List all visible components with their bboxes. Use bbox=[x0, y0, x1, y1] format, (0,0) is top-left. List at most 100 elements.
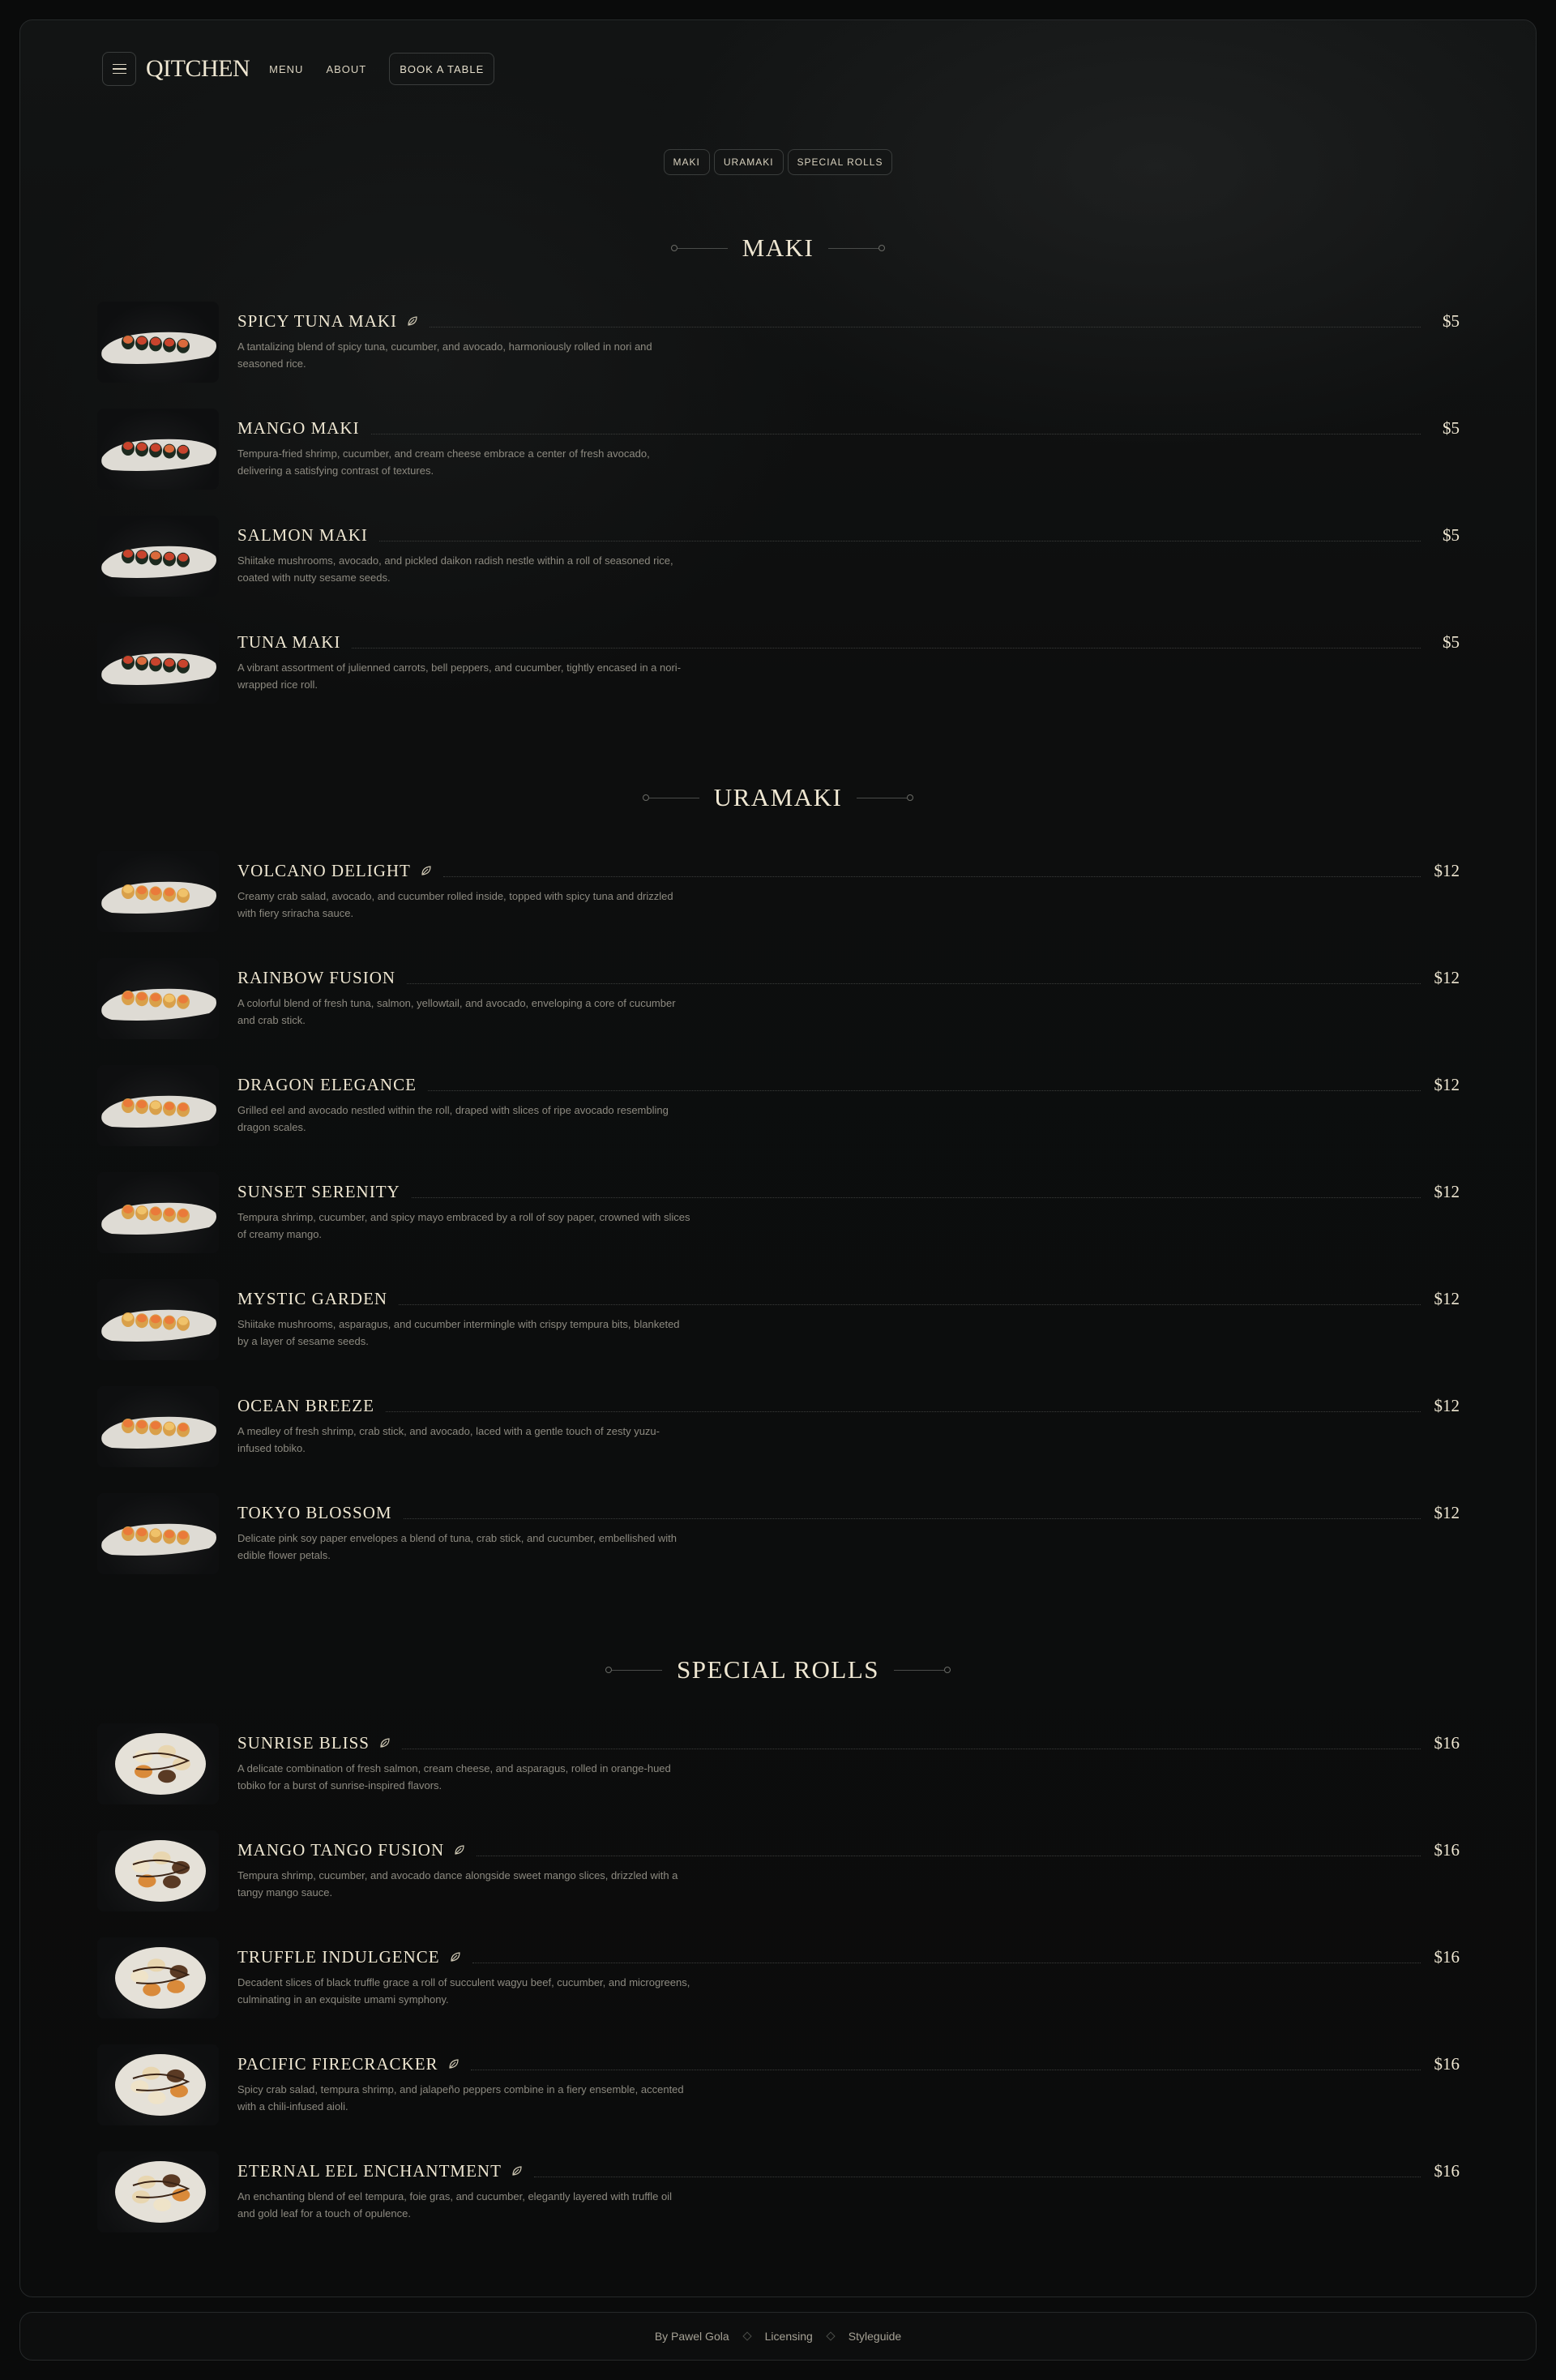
dotted-leader bbox=[352, 648, 1421, 649]
dish-name-text: MANGO MAKI bbox=[237, 418, 360, 438]
category-tabs: MAKI URAMAKI SPECIAL ROLLS bbox=[0, 149, 1556, 175]
menu-item[interactable]: TRUFFLE INDULGENCE $16 Decadent slices of … bbox=[97, 1937, 1460, 2018]
dish-photo bbox=[97, 1386, 219, 1467]
dish-photo bbox=[97, 1065, 219, 1146]
dish-description: Creamy crab salad, avocado, and cucumber… bbox=[237, 890, 673, 919]
tab-maki[interactable]: MAKI bbox=[663, 149, 710, 175]
menu-item[interactable]: VOLCANO DELIGHT $12 Creamy crab salad, avo… bbox=[97, 851, 1460, 932]
footer-credit-link[interactable]: By Pawel Gola bbox=[655, 2330, 729, 2343]
dish-name-text: TOKYO BLOSSOM bbox=[237, 1503, 392, 1522]
menu-item[interactable]: SPICY TUNA MAKI $5 A tantalizing blend of … bbox=[97, 302, 1460, 383]
logo[interactable]: QITCHEN bbox=[146, 55, 250, 83]
menu-item[interactable]: ETERNAL EEL ENCHANTMENT $16 An enchanting … bbox=[97, 2151, 1460, 2232]
menu-item[interactable]: DRAGON ELEGANCE $12 Grilled eel and avocad… bbox=[97, 1065, 1460, 1146]
book-a-table-button[interactable]: BOOK A TABLE bbox=[389, 53, 495, 85]
dish-photo bbox=[97, 516, 219, 597]
dish-name: SALMON MAKI bbox=[237, 525, 368, 546]
dish-photo bbox=[97, 1279, 219, 1360]
section-heading: URAMAKI bbox=[713, 783, 843, 811]
menu-item[interactable]: SALMON MAKI $5 Shiitake mushrooms, avocado… bbox=[97, 516, 1460, 597]
menu-item[interactable]: TOKYO BLOSSOM $12 Delicate pink soy paper … bbox=[97, 1493, 1460, 1574]
dish-photo bbox=[97, 1830, 219, 1911]
menu-item[interactable]: MYSTIC GARDEN $12 Shiitake mushrooms, aspa… bbox=[97, 1279, 1460, 1360]
section-heading: SPECIAL ROLLS bbox=[676, 1655, 880, 1684]
dish-name-text: MYSTIC GARDEN bbox=[237, 1289, 388, 1308]
top-navigation: QITCHEN MENU ABOUT BOOK A TABLE bbox=[102, 52, 495, 86]
menu-item[interactable]: OCEAN BREEZE $12 A medley of fresh shrimp,… bbox=[97, 1386, 1460, 1467]
dish-photo bbox=[97, 1723, 219, 1804]
dotted-leader bbox=[404, 1518, 1421, 1519]
dish-description: Tempura shrimp, cucumber, and avocado da… bbox=[237, 1869, 678, 1898]
dish-name: RAINBOW FUSION bbox=[237, 968, 395, 988]
dish-name-text: SUNRISE BLISS bbox=[237, 1733, 370, 1753]
dish-name: VOLCANO DELIGHT bbox=[237, 861, 432, 881]
dish-name: OCEAN BREEZE bbox=[237, 1396, 374, 1416]
dish-price: $12 bbox=[1434, 968, 1460, 987]
dish-name: ETERNAL EEL ENCHANTMENT bbox=[237, 2161, 523, 2181]
dish-description: A medley of fresh shrimp, crab stick, an… bbox=[237, 1425, 660, 1454]
vegan-leaf-icon bbox=[454, 1840, 465, 1860]
dish-name: SUNSET SERENITY bbox=[237, 1182, 400, 1202]
dish-name: PACIFIC FIRECRACKER bbox=[237, 2054, 460, 2074]
nav-link-menu[interactable]: MENU bbox=[269, 63, 303, 75]
dish-name-text: SALMON MAKI bbox=[237, 525, 368, 545]
tab-special-rolls[interactable]: SPECIAL ROLLS bbox=[787, 149, 893, 175]
section-title: URAMAKI bbox=[0, 781, 1556, 814]
dish-price: $12 bbox=[1434, 1075, 1460, 1094]
dish-price: $16 bbox=[1434, 1733, 1460, 1753]
dish-description: A tantalizing blend of spicy tuna, cucum… bbox=[237, 340, 652, 370]
ornament-divider-icon bbox=[828, 245, 886, 251]
dish-name-text: ETERNAL EEL ENCHANTMENT bbox=[237, 2161, 502, 2181]
dish-price: $12 bbox=[1434, 861, 1460, 880]
menu-item[interactable]: PACIFIC FIRECRACKER $16 Spicy crab salad, … bbox=[97, 2044, 1460, 2125]
menu-item[interactable]: SUNRISE BLISS $16 A delicate combination o… bbox=[97, 1723, 1460, 1804]
vegan-leaf-icon bbox=[511, 2161, 523, 2181]
dish-description: Tempura shrimp, cucumber, and spicy mayo… bbox=[237, 1211, 690, 1240]
menu-item[interactable]: MANGO TANGO FUSION $16 Tempura shrimp, cuc… bbox=[97, 1830, 1460, 1911]
dish-description: Shiitake mushrooms, avocado, and pickled… bbox=[237, 554, 673, 584]
dish-description: Decadent slices of black truffle grace a… bbox=[237, 1976, 690, 2005]
footer-styleguide-link[interactable]: Styleguide bbox=[849, 2330, 901, 2343]
dotted-leader bbox=[407, 983, 1421, 984]
section-title: SPECIAL ROLLS bbox=[0, 1654, 1556, 1686]
dish-name-text: SUNSET SERENITY bbox=[237, 1182, 400, 1201]
dish-price: $5 bbox=[1443, 418, 1460, 438]
tab-uramaki[interactable]: URAMAKI bbox=[713, 149, 784, 175]
hamburger-line bbox=[112, 72, 126, 75]
section-title: MAKI bbox=[0, 232, 1556, 264]
dish-name-text: RAINBOW FUSION bbox=[237, 968, 396, 987]
dish-photo bbox=[97, 1937, 219, 2018]
dish-description: A delicate combination of fresh salmon, … bbox=[237, 1762, 671, 1791]
vegan-leaf-icon bbox=[379, 1733, 391, 1753]
dish-photo bbox=[97, 623, 219, 704]
dish-name: SPICY TUNA MAKI bbox=[237, 311, 418, 332]
dish-photo bbox=[97, 2044, 219, 2125]
dish-name: SUNRISE BLISS bbox=[237, 1733, 391, 1753]
menu-item[interactable]: TUNA MAKI $5 A vibrant assortment of julie… bbox=[97, 623, 1460, 704]
dish-name: MANGO TANGO FUSION bbox=[237, 1840, 465, 1860]
menu-item[interactable]: RAINBOW FUSION $12 A colorful blend of fre… bbox=[97, 958, 1460, 1039]
dish-description: A vibrant assortment of julienned carrot… bbox=[237, 661, 682, 691]
dish-description: Spicy crab salad, tempura shrimp, and ja… bbox=[237, 2083, 684, 2112]
dish-price: $12 bbox=[1434, 1503, 1460, 1522]
dotted-leader bbox=[399, 1304, 1421, 1305]
footer-licensing-link[interactable]: Licensing bbox=[765, 2330, 813, 2343]
dish-name: TRUFFLE INDULGENCE bbox=[237, 1947, 461, 1967]
dish-photo bbox=[97, 1493, 219, 1574]
hamburger-menu-button[interactable] bbox=[102, 52, 136, 86]
hamburger-line bbox=[112, 63, 126, 66]
dish-photo bbox=[97, 302, 219, 383]
menu-item[interactable]: SUNSET SERENITY $12 Tempura shrimp, cucumb… bbox=[97, 1172, 1460, 1253]
diamond-separator-icon bbox=[742, 2331, 752, 2341]
dish-name-text: TUNA MAKI bbox=[237, 632, 341, 652]
dish-name-text: TRUFFLE INDULGENCE bbox=[237, 1947, 440, 1967]
ornament-divider-icon bbox=[857, 794, 914, 801]
dish-price: $16 bbox=[1434, 1947, 1460, 1967]
dish-description: Shiitake mushrooms, asparagus, and cucum… bbox=[237, 1318, 680, 1347]
vegan-leaf-icon bbox=[448, 2054, 460, 2074]
dish-photo bbox=[97, 958, 219, 1039]
dish-description: An enchanting blend of eel tempura, foie… bbox=[237, 2190, 672, 2219]
nav-link-about[interactable]: ABOUT bbox=[326, 63, 366, 75]
diamond-separator-icon bbox=[826, 2331, 836, 2341]
menu-item[interactable]: MANGO MAKI $5 Tempura-fried shrimp, cucumb… bbox=[97, 409, 1460, 490]
